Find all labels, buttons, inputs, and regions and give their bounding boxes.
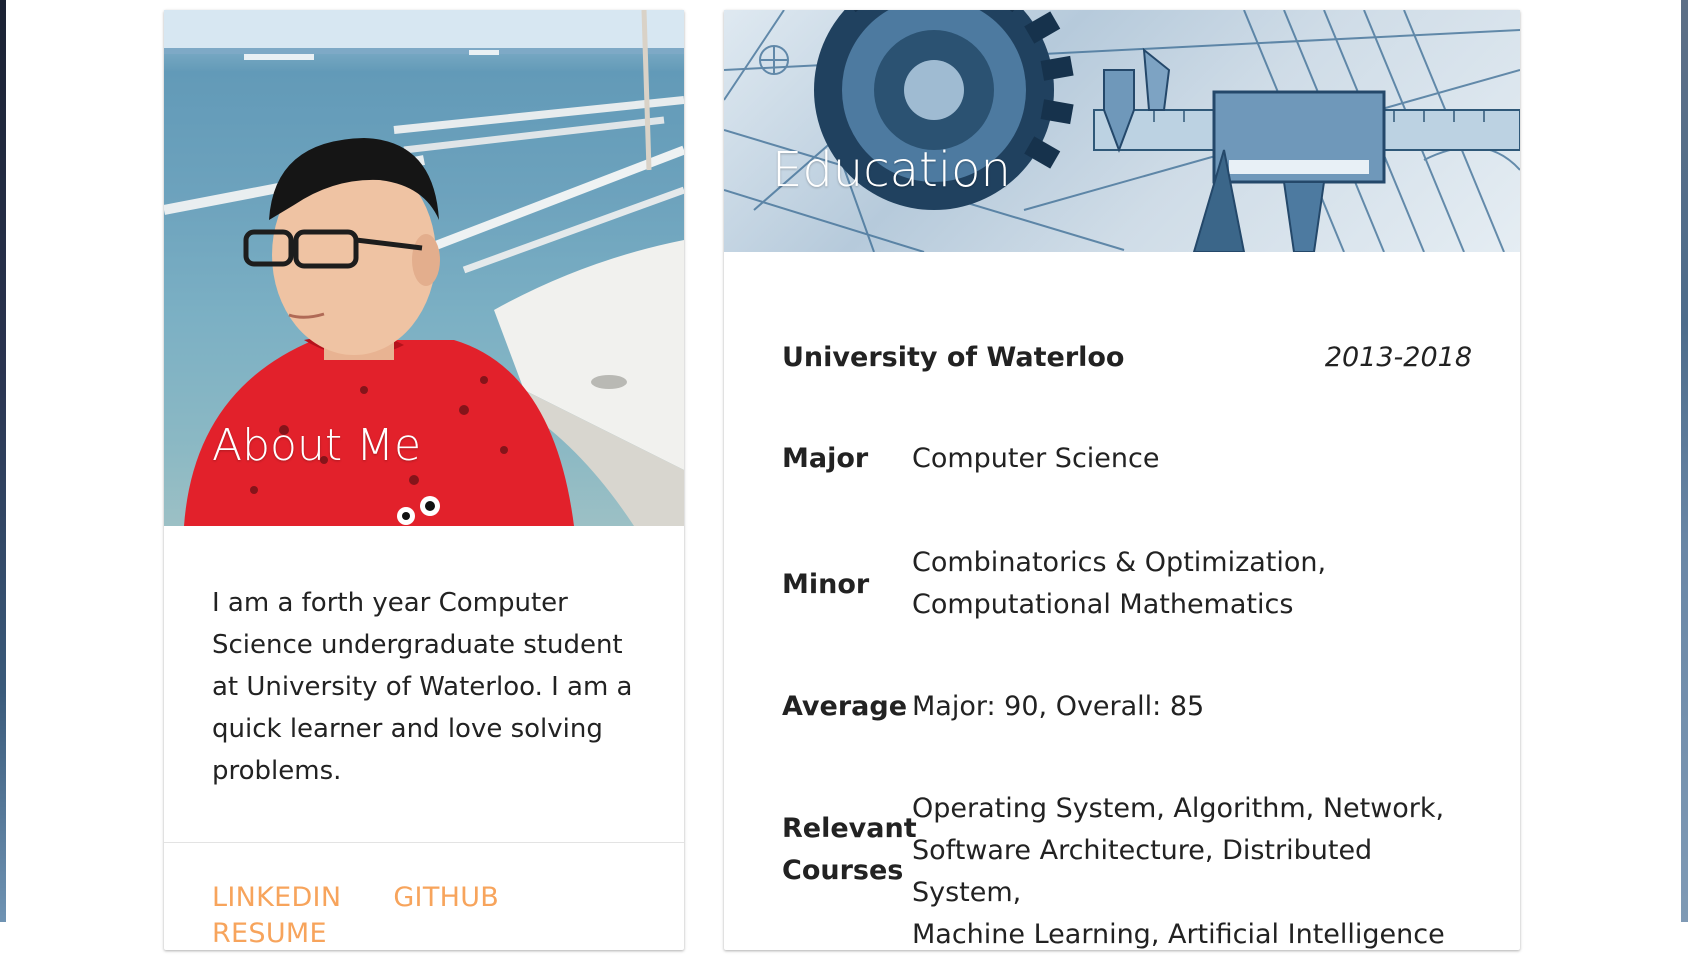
average-label: Average [782,691,908,722]
about-me-title: About Me [212,420,422,471]
about-card-divider [164,842,684,843]
about-me-card: About Me I am a forth year Computer Scie… [164,10,684,950]
about-me-description: I am a forth year Computer Science under… [212,588,633,786]
major-value: Computer Science [912,443,1160,474]
gear-caliper-blueprint-illustration [724,10,1520,252]
education-header-image: Education [724,10,1520,252]
linkedin-link[interactable]: LINKEDIN [212,880,341,916]
github-link[interactable]: GITHUB [393,880,499,916]
school-years: 2013-2018 [1324,342,1472,373]
about-me-photo: About Me [164,10,684,526]
courses-value-line-3: Machine Learning, Artificial Intelligenc… [912,919,1445,950]
school-name: University of Waterloo [782,342,1125,373]
courses-label-line-2: Courses [782,855,904,886]
minor-value-line-1: Combinatorics & Optimization, [912,547,1327,578]
courses-value: Operating System, Algorithm, Network, So… [912,788,1472,956]
courses-value-line-1: Operating System, Algorithm, Network, [912,793,1445,824]
courses-value-line-2: Software Architecture, Distributed Syste… [912,835,1373,908]
right-desktop-edge [1681,0,1688,922]
courses-label: Relevant Courses [782,808,917,892]
minor-label: Minor [782,569,870,600]
courses-label-line-1: Relevant [782,813,917,844]
education-card: Education University of Waterloo 2013-20… [724,10,1520,950]
average-value: Major: 90, Overall: 85 [912,691,1205,722]
about-links: LINKEDIN GITHUB RESUME [212,880,672,952]
minor-value-line-2: Computational Mathematics [912,589,1294,620]
major-label: Major [782,443,869,474]
page: About Me I am a forth year Computer Scie… [6,0,1681,950]
resume-link[interactable]: RESUME [212,916,327,952]
education-school-row: University of Waterloo 2013-2018 [782,342,1472,382]
minor-value: Combinatorics & Optimization, Computatio… [912,542,1472,626]
education-title: Education [772,142,1011,198]
